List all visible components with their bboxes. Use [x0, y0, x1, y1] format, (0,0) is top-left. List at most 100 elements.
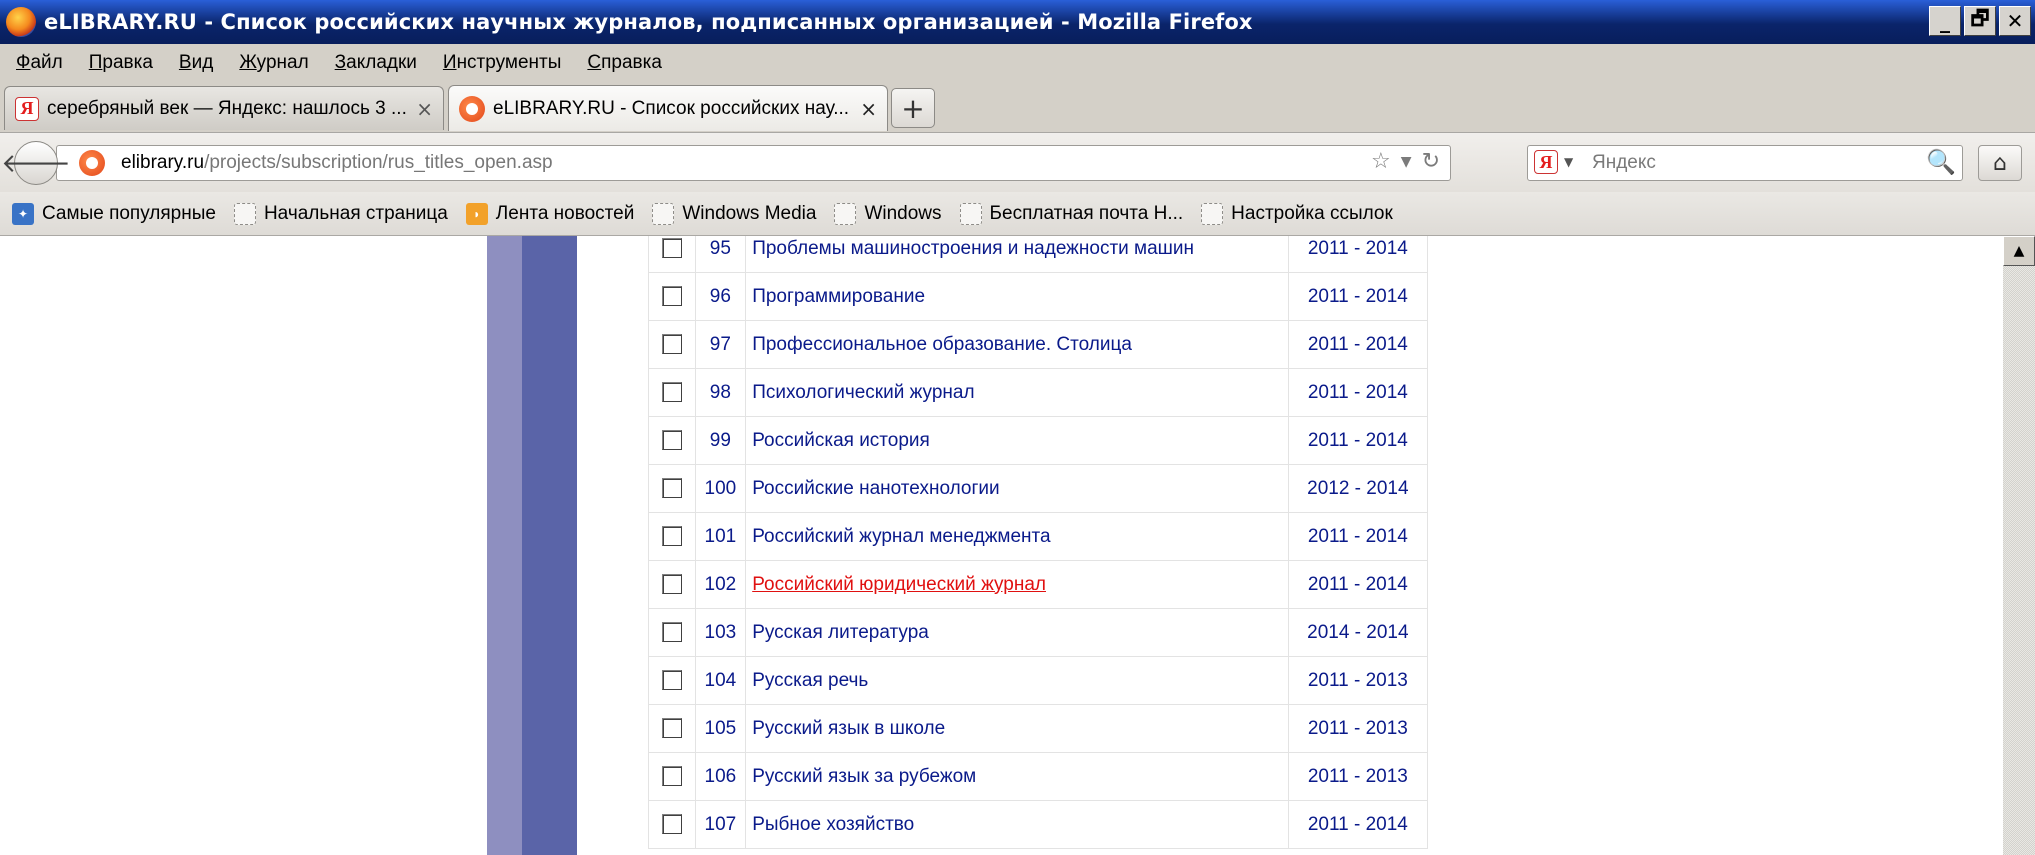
tab-close-icon[interactable]: ×: [860, 97, 877, 121]
vertical-scrollbar[interactable]: [2003, 236, 2035, 855]
menu-view[interactable]: Вид: [179, 52, 213, 74]
close-window-button[interactable]: ✕: [1999, 6, 2031, 36]
bookmark-label: Настройка ссылок: [1231, 202, 1393, 224]
journal-checkbox[interactable]: [661, 478, 682, 499]
journal-years: 2011 - 2014: [1287, 560, 1429, 609]
journal-title-link[interactable]: Психологический журнал: [752, 382, 974, 403]
journal-checkbox[interactable]: [661, 526, 682, 547]
tab-close-icon[interactable]: ×: [416, 97, 433, 121]
journal-checkbox[interactable]: [661, 574, 682, 595]
menu-tools[interactable]: Инструменты: [443, 52, 561, 74]
journal-number: 100: [694, 464, 747, 513]
journal-title-cell: Российский юридический журнал: [745, 560, 1289, 609]
page-icon: [959, 202, 982, 225]
rss-feed-icon: ◗: [465, 202, 488, 225]
journal-title-link[interactable]: Российская история: [752, 430, 930, 451]
arrow-up-icon: ▲: [2013, 243, 2025, 259]
journal-years: 2011 - 2014: [1287, 368, 1429, 417]
bookmark-most-visited[interactable]: ✦ Самые популярные: [12, 202, 216, 225]
journal-title-link[interactable]: Профессиональное образование. Столица: [752, 334, 1132, 355]
tab-bar: Я серебряный век — Яндекс: нашлось 3 ...…: [0, 82, 2035, 132]
journal-years: 2012 - 2014: [1287, 464, 1429, 513]
journal-years: 2011 - 2013: [1287, 704, 1429, 753]
journal-title-cell: Русский язык за рубежом: [745, 752, 1289, 801]
tab-yandex-search[interactable]: Я серебряный век — Яндекс: нашлось 3 ...…: [4, 86, 444, 130]
journal-title-cell: Российские нанотехнологии: [745, 464, 1289, 513]
search-magnifier-icon[interactable]: 🔍: [1926, 148, 1956, 176]
home-button[interactable]: ⌂: [1978, 145, 2022, 181]
row-checkbox-cell: [648, 416, 696, 465]
bookmark-news-feed[interactable]: ◗ Лента новостей: [465, 202, 634, 225]
search-bar[interactable]: Я ▼ Яндекс 🔍: [1527, 145, 1963, 181]
restore-button[interactable]: 🗗: [1964, 6, 1996, 36]
menu-bookmarks[interactable]: Закладки: [335, 52, 417, 74]
journal-number: 97: [694, 320, 747, 369]
journal-number: 98: [694, 368, 747, 417]
page-icon: [652, 202, 675, 225]
journal-checkbox[interactable]: [661, 238, 682, 259]
journal-title-link[interactable]: Рыбное хозяйство: [752, 814, 914, 835]
bookmark-free-mail[interactable]: Бесплатная почта H...: [959, 202, 1183, 225]
journal-number: 95: [694, 236, 747, 273]
journal-checkbox[interactable]: [661, 766, 682, 787]
journal-years: 2011 - 2013: [1287, 656, 1429, 705]
table-row: 104 Русская речь 2011 - 2013: [648, 656, 1429, 705]
home-icon: ⌂: [1993, 150, 2007, 176]
window-title: eLIBRARY.RU - Список российских научных …: [44, 10, 1253, 34]
history-dropdown-icon[interactable]: ▼: [1401, 154, 1412, 170]
journal-checkbox[interactable]: [661, 670, 682, 691]
page-icon: [834, 202, 857, 225]
url-domain: elibrary.ru: [121, 152, 205, 173]
new-tab-button[interactable]: +: [891, 88, 935, 128]
table-row: 95 Проблемы машиностроения и надежности м…: [648, 236, 1429, 273]
journal-checkbox[interactable]: [661, 334, 682, 355]
journal-years: 2011 - 2014: [1287, 512, 1429, 561]
menu-edit[interactable]: Правка: [89, 52, 153, 74]
journal-title-link[interactable]: Русская речь: [752, 670, 868, 691]
bookmark-label: Windows Media: [682, 202, 817, 224]
scroll-up-button[interactable]: ▲: [2003, 236, 2035, 266]
journal-title-link[interactable]: Российский журнал менеджмента: [752, 526, 1050, 547]
journal-title-link[interactable]: Программирование: [752, 286, 925, 307]
menu-file[interactable]: Файл: [16, 52, 63, 74]
back-button[interactable]: 🡐: [1, 141, 71, 185]
journal-title-link[interactable]: Русский язык за рубежом: [752, 766, 976, 787]
site-identity-icon[interactable]: [79, 150, 105, 176]
journal-title-link[interactable]: Русский язык в школе: [752, 718, 945, 739]
journal-title-link[interactable]: Российский юридический журнал: [752, 574, 1046, 595]
journal-checkbox[interactable]: [661, 718, 682, 739]
tab-elibrary[interactable]: eLIBRARY.RU - Список российских нау... ×: [448, 85, 888, 131]
search-input[interactable]: Яндекс: [1592, 152, 1656, 174]
bookmark-star-icon[interactable]: ☆: [1371, 149, 1391, 174]
journal-title-cell: Русская литература: [745, 608, 1289, 657]
journal-checkbox[interactable]: [661, 286, 682, 307]
table-row: 102 Российский юридический журнал 2011 - 2…: [648, 560, 1429, 609]
journal-years: 2011 - 2014: [1287, 320, 1429, 369]
menu-help[interactable]: Справка: [587, 52, 662, 74]
table-row: 105 Русский язык в школе 2011 - 2013: [648, 704, 1429, 753]
bookmark-windows[interactable]: Windows: [834, 202, 942, 225]
chevron-down-icon: ▼: [1564, 155, 1574, 169]
minimize-button[interactable]: _: [1929, 6, 1961, 36]
journal-title-link[interactable]: Российские нанотехнологии: [752, 478, 999, 499]
row-checkbox-cell: [648, 320, 696, 369]
bookmark-start-page[interactable]: Начальная страница: [233, 202, 448, 225]
journal-checkbox[interactable]: [661, 382, 682, 403]
journal-title-link[interactable]: Русская литература: [752, 622, 929, 643]
address-bar[interactable]: elibrary.ru/projects/subscription/rus_ti…: [56, 145, 1451, 181]
journal-title-link[interactable]: Проблемы машиностроения и надежности маш…: [752, 238, 1194, 259]
bookmark-windows-media[interactable]: Windows Media: [652, 202, 817, 225]
search-engine-selector[interactable]: Я ▼: [1534, 150, 1573, 174]
popular-bookmark-icon: ✦: [12, 202, 34, 225]
journal-years: 2014 - 2014: [1287, 608, 1429, 657]
row-checkbox-cell: [648, 704, 696, 753]
journal-checkbox[interactable]: [661, 430, 682, 451]
journal-checkbox[interactable]: [661, 622, 682, 643]
table-row: 107 Рыбное хозяйство 2011 - 2014: [648, 800, 1429, 849]
navigation-bar: 🡐 elibrary.ru/projects/subscription/rus_…: [0, 132, 2035, 192]
journal-checkbox[interactable]: [661, 814, 682, 835]
bookmark-customize-links[interactable]: Настройка ссылок: [1201, 202, 1393, 225]
row-checkbox-cell: [648, 464, 696, 513]
reload-icon[interactable]: ↻: [1422, 149, 1440, 174]
menu-history[interactable]: Журнал: [239, 52, 308, 74]
